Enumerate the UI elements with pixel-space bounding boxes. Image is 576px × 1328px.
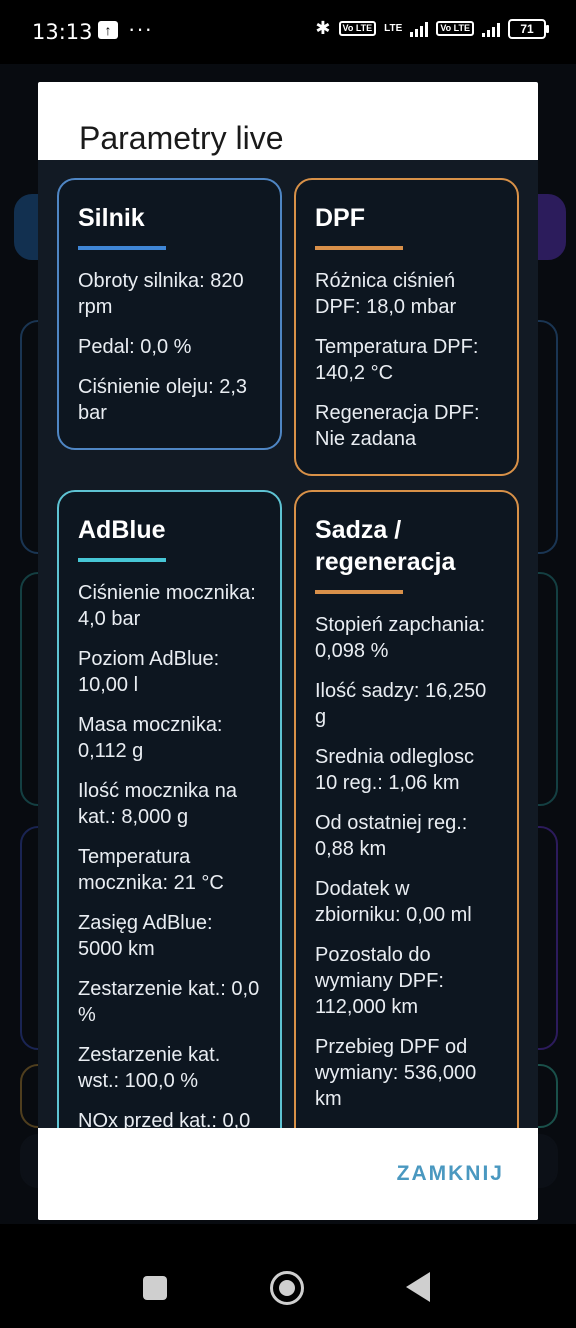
param-cat-aging: Zestarzenie kat.: 0,0 %: [78, 978, 260, 1026]
card-title: Sadza / regeneracja: [315, 516, 456, 576]
clock: 13:13: [32, 20, 93, 44]
parameters-scroll-area[interactable]: Silnik Obroty silnika: 820 rpm Pedal: 0,…: [38, 160, 538, 1128]
param-tank-additive: Dodatek w zbiorniku: 0,00 ml: [315, 878, 472, 926]
navigation-bar: [0, 1224, 576, 1328]
more-notifications-icon: ···: [128, 16, 153, 41]
param-nox-before-cat: NOx przed kat.: 0,0: [78, 1110, 251, 1128]
home-icon[interactable]: [270, 1271, 304, 1305]
param-urea-mass: Masa mocznika: 0,112 g: [78, 714, 223, 762]
param-urea-on-cat: Ilość mocznika na kat.: 8,000 g: [78, 780, 237, 828]
adblue-card: AdBlue Ciśnienie mocznika: 4,0 bar Pozio…: [57, 490, 282, 1128]
card-underline: [78, 246, 166, 250]
card-title: Silnik: [78, 204, 145, 232]
status-icons: ✱ Vo LTE LTE Vo LTE 71: [315, 18, 549, 39]
param-pedal: Pedal: 0,0 %: [78, 336, 192, 358]
param-engine-rpm: Obroty silnika: 820 rpm: [78, 270, 244, 318]
engine-card: Silnik Obroty silnika: 820 rpm Pedal: 0,…: [57, 178, 282, 450]
card-underline: [315, 590, 403, 594]
param-oil-pressure: Ciśnienie oleju: 2,3 bar: [78, 376, 247, 424]
soot-regeneration-card: Sadza / regeneracja Stopień zapchania: 0…: [294, 490, 519, 1128]
status-bar: 13:13 ↑ ··· ✱ Vo LTE LTE Vo LTE 71: [0, 0, 576, 64]
signal-icon: [410, 21, 429, 37]
volte-icon: Vo LTE: [338, 21, 377, 36]
close-button[interactable]: ZAMKNIJ: [397, 1162, 504, 1186]
card-underline: [315, 246, 403, 250]
dialog-title: Parametry live: [79, 120, 284, 156]
param-adblue-level: Poziom AdBlue: 10,00 l: [78, 648, 220, 696]
param-urea-temperature: Temperatura mocznika: 21 °C: [78, 846, 224, 894]
param-remaining-to-dpf-replacement: Pozostalo do wymiany DPF: 112,000 km: [315, 944, 444, 1018]
recent-apps-icon[interactable]: [143, 1276, 167, 1300]
signal-icon-2: [482, 21, 500, 37]
param-dpf-pressure-diff: Różnica ciśnień DPF: 18,0 mbar: [315, 270, 457, 318]
param-pre-cat-aging: Zestarzenie kat. wst.: 100,0 %: [78, 1044, 221, 1092]
battery-icon: 71: [508, 18, 549, 39]
lte-icon: LTE: [384, 23, 403, 34]
card-title: AdBlue: [78, 516, 166, 544]
volte-icon-2: Vo LTE: [436, 21, 474, 36]
card-underline: [78, 558, 166, 562]
param-soot-amount: Ilość sadzy: 16,250 g: [315, 680, 487, 728]
dpf-card: DPF Różnica ciśnień DPF: 18,0 mbar Tempe…: [294, 178, 519, 476]
param-dpf-temperature: Temperatura DPF: 140,2 °C: [315, 336, 479, 384]
param-clogging-degree: Stopień zapchania: 0,098 %: [315, 614, 486, 662]
param-dpf-mileage-since-replacement: Przebieg DPF od wymiany: 536,000 km: [315, 1036, 477, 1110]
live-parameters-dialog: Parametry live Silnik Obroty silnika: 82…: [38, 82, 538, 1220]
param-dpf-regeneration: Regeneracja DPF: Nie zadana: [315, 402, 480, 450]
back-icon[interactable]: [406, 1272, 430, 1302]
bluetooth-icon: ✱: [315, 18, 331, 38]
param-avg-regen-distance: Srednia odleglosc 10 reg.: 1,06 km: [315, 746, 474, 794]
upload-icon: ↑: [98, 21, 118, 39]
param-adblue-range: Zasięg AdBlue: 5000 km: [78, 912, 213, 960]
param-since-last-regen: Od ostatniej reg.: 0,88 km: [315, 812, 468, 860]
dialog-footer: ZAMKNIJ: [38, 1128, 538, 1220]
param-urea-pressure: Ciśnienie mocznika: 4,0 bar: [78, 582, 256, 630]
card-title: DPF: [315, 204, 365, 232]
